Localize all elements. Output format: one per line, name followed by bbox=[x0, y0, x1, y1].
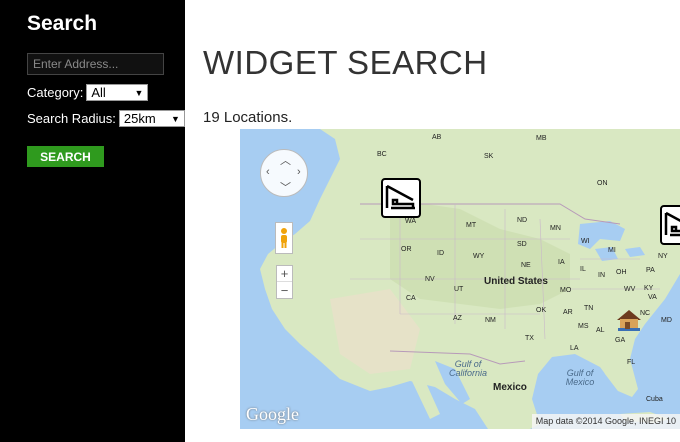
label-ne: NE bbox=[521, 262, 531, 269]
map[interactable]: AB MB BC SK ON WA MT ND MN OR ID SD WY W… bbox=[240, 129, 680, 429]
label-pa: PA bbox=[646, 267, 655, 274]
label-oh: OH bbox=[616, 269, 627, 276]
bed-icon bbox=[664, 211, 680, 237]
label-ab: AB bbox=[432, 134, 442, 141]
label-ar: AR bbox=[563, 309, 573, 316]
search-button[interactable]: SEARCH bbox=[27, 146, 104, 167]
label-mo: MO bbox=[560, 287, 572, 294]
pan-control[interactable]: ︿ ﹀ ‹ › bbox=[260, 149, 308, 197]
label-mn: MN bbox=[550, 225, 561, 232]
page-title: WIDGET SEARCH bbox=[203, 44, 488, 81]
label-tx: TX bbox=[525, 335, 534, 342]
google-logo[interactable]: Google bbox=[246, 404, 299, 425]
label-ok: OK bbox=[536, 307, 547, 314]
label-ca: CA bbox=[406, 295, 416, 302]
pan-left-icon[interactable]: ‹ bbox=[266, 166, 270, 178]
category-label: Category: bbox=[27, 85, 84, 100]
radius-select[interactable]: 25km ▼ bbox=[118, 110, 185, 127]
label-mi: MI bbox=[608, 247, 616, 254]
pegman-button[interactable] bbox=[275, 222, 293, 254]
label-in: IN bbox=[598, 272, 605, 279]
pan-up-icon[interactable]: ︿ bbox=[280, 152, 291, 168]
label-ut: UT bbox=[454, 286, 464, 293]
sidebar-title: Search bbox=[27, 12, 98, 35]
label-on: ON bbox=[597, 180, 608, 187]
label-nd: ND bbox=[517, 217, 528, 224]
label-mt: MT bbox=[466, 222, 477, 229]
label-sd: SD bbox=[517, 241, 527, 248]
label-fl: FL bbox=[627, 359, 636, 366]
label-md: MD bbox=[661, 317, 672, 324]
zoom-control: + − bbox=[276, 265, 293, 299]
zoom-in-button[interactable]: + bbox=[277, 266, 292, 282]
pegman-icon bbox=[281, 228, 287, 248]
page: Search Category: All ▼ Search Radius: 25… bbox=[0, 0, 680, 442]
label-il: IL bbox=[580, 266, 586, 273]
label-gulf-of-california: Gulf of California bbox=[448, 359, 488, 378]
sidebar: Search Category: All ▼ Search Radius: 25… bbox=[0, 0, 185, 442]
label-sk: SK bbox=[484, 153, 494, 160]
label-al: AL bbox=[596, 327, 605, 334]
map-marker[interactable] bbox=[660, 205, 680, 245]
house-icon bbox=[617, 310, 641, 331]
map-marker[interactable] bbox=[381, 178, 421, 218]
label-mexico: Mexico bbox=[493, 382, 527, 393]
label-mb: MB bbox=[536, 135, 547, 142]
label-or: OR bbox=[401, 246, 412, 253]
radius-select-value: 25km bbox=[123, 111, 156, 126]
category-select[interactable]: All ▼ bbox=[86, 84, 149, 101]
locations-count: 19 Locations. bbox=[203, 109, 293, 126]
label-id: ID bbox=[437, 250, 444, 257]
label-cuba: Cuba bbox=[646, 396, 663, 403]
label-nv: NV bbox=[425, 276, 435, 283]
label-ky: KY bbox=[644, 285, 654, 292]
label-va: VA bbox=[648, 294, 657, 301]
map-marker[interactable] bbox=[614, 304, 644, 334]
chevron-down-icon: ▼ bbox=[134, 87, 144, 98]
pan-right-icon[interactable]: › bbox=[297, 166, 301, 178]
chevron-down-icon: ▼ bbox=[170, 113, 180, 124]
pan-down-icon[interactable]: ﹀ bbox=[280, 179, 291, 195]
radius-row: Search Radius: 25km ▼ bbox=[27, 110, 185, 127]
map-attribution[interactable]: Map data ©2014 Google, INEGI 10 bbox=[531, 414, 680, 429]
label-ms: MS bbox=[578, 323, 589, 330]
label-nm: NM bbox=[485, 317, 496, 324]
category-select-value: All bbox=[91, 85, 106, 100]
label-wi: WI bbox=[581, 238, 590, 245]
radius-label: Search Radius: bbox=[27, 111, 116, 126]
label-gulf-of-mexico: Gulf of Mexico bbox=[565, 368, 595, 387]
bed-icon bbox=[385, 184, 415, 210]
label-ny: NY bbox=[658, 253, 668, 260]
zoom-out-button[interactable]: − bbox=[277, 282, 292, 298]
label-ga: GA bbox=[615, 337, 626, 344]
category-row: Category: All ▼ bbox=[27, 84, 149, 101]
address-input[interactable] bbox=[27, 53, 164, 75]
label-ia: IA bbox=[558, 259, 565, 266]
label-tn: TN bbox=[584, 305, 594, 312]
label-la: LA bbox=[570, 345, 579, 352]
label-bc: BC bbox=[377, 151, 387, 158]
label-az: AZ bbox=[453, 315, 462, 322]
label-united-states: United States bbox=[484, 276, 548, 287]
label-wy: WY bbox=[473, 253, 485, 260]
label-wv: WV bbox=[624, 286, 636, 293]
